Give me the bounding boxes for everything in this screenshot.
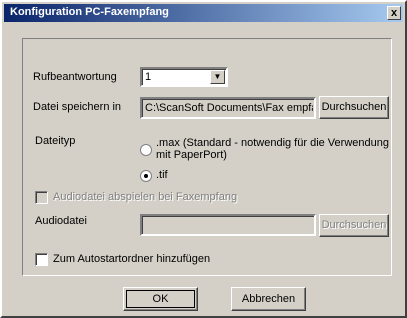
radio-tif-label: .tif	[156, 169, 168, 181]
settings-panel: Rufbeantwortung 1 ▼ Datei speichern in C…	[22, 38, 392, 276]
datei-browse-label: Durchsuchen	[321, 101, 387, 113]
rufbeantwortung-value: 1	[145, 71, 152, 83]
datei-browse-button[interactable]: Durchsuchen	[319, 96, 389, 119]
audiodatei-label: Audiodatei	[35, 215, 87, 227]
chevron-down-icon[interactable]: ▼	[210, 70, 225, 84]
radio-max-label-line2: mit PaperPort)	[156, 149, 227, 161]
radio-max[interactable]	[140, 144, 152, 156]
datei-path-field[interactable]: C:\ScanSoft Documents\Fax empfa	[140, 97, 316, 119]
audio-checkbox[interactable]	[35, 191, 48, 204]
cancel-button[interactable]: Abbrechen	[231, 287, 306, 311]
radio-tif[interactable]	[140, 170, 152, 182]
close-icon: x	[390, 7, 398, 19]
audiodatei-field[interactable]	[140, 214, 316, 236]
ok-button[interactable]: OK	[123, 287, 198, 311]
ok-label: OK	[152, 293, 169, 305]
datei-path-value: C:\ScanSoft Documents\Fax empfa	[145, 102, 313, 114]
radio-max-label-line1: .max (Standard - notwendig für die Verwe…	[156, 137, 389, 149]
cancel-label: Abbrechen	[241, 293, 296, 305]
rufbeantwortung-label: Rufbeantwortung	[33, 71, 117, 83]
title-bar[interactable]: Konfiguration PC-Faxempfang x	[4, 4, 403, 22]
autostart-checkbox[interactable]	[35, 253, 48, 266]
datei-label: Datei speichern in	[33, 101, 122, 113]
audio-browse-button[interactable]: Durchsuchen	[319, 214, 389, 237]
rufbeantwortung-dropdown[interactable]: 1 ▼	[140, 67, 228, 87]
autostart-label: Zum Autostartordner hinzufügen	[53, 253, 211, 265]
window-title: Konfiguration PC-Faxempfang	[10, 6, 169, 18]
audio-browse-label: Durchsuchen	[321, 219, 387, 231]
audio-checkbox-label: Audiodatei abspielen bei Faxempfang	[53, 191, 238, 203]
dateityp-label: Dateityp	[35, 135, 76, 147]
radio-selected-dot	[144, 174, 148, 178]
dialog-window: Konfiguration PC-Faxempfang x Rufbeantwo…	[0, 0, 407, 318]
close-button[interactable]: x	[387, 6, 401, 20]
